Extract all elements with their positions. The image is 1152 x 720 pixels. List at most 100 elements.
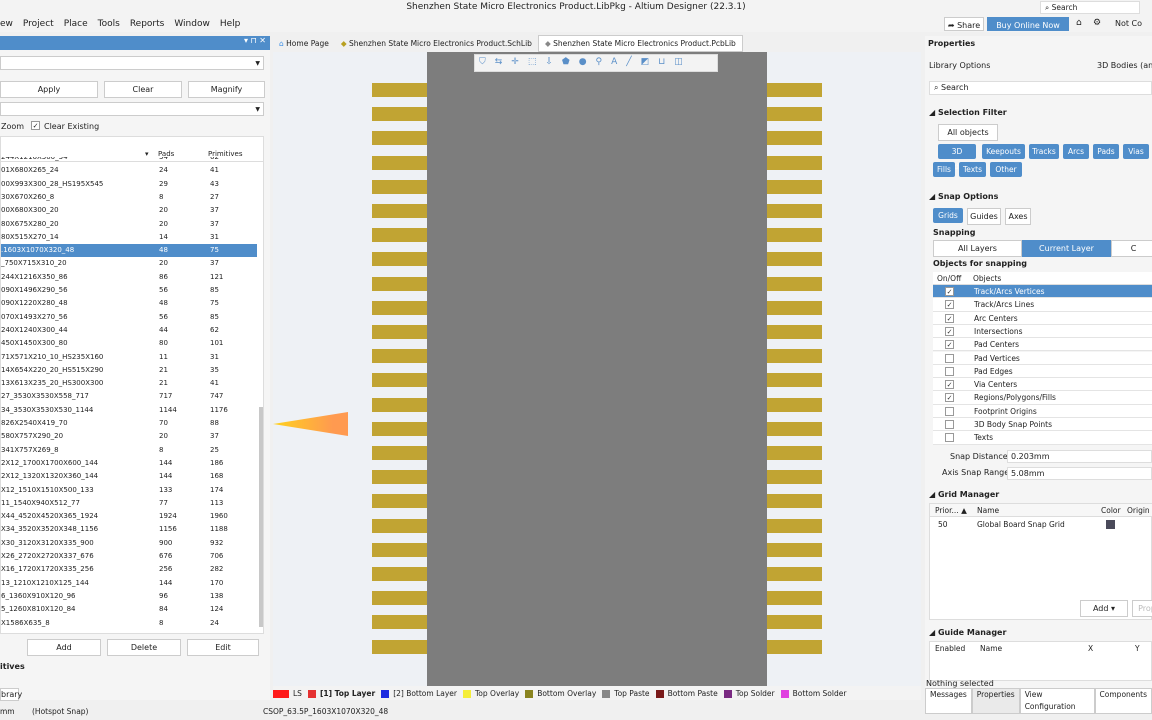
table-row[interactable]: 450X1450X300_80 80 101 — [1, 337, 257, 350]
menu-reports[interactable]: Reports — [130, 16, 165, 32]
col-name[interactable]: Name — [977, 504, 999, 517]
tab-home-page[interactable]: ⌂ Home Page — [273, 36, 335, 51]
smd-pad[interactable] — [767, 567, 822, 581]
smd-pad[interactable] — [372, 83, 427, 97]
smd-pad[interactable] — [767, 470, 822, 485]
scrollbar[interactable] — [259, 407, 263, 627]
smd-pad[interactable] — [372, 373, 427, 388]
table-row[interactable]: 13X613X235_20_HS300X300 21 41 — [1, 377, 257, 390]
smd-pad[interactable] — [767, 300, 822, 315]
smd-pad[interactable] — [372, 446, 427, 460]
smd-pad[interactable] — [372, 518, 427, 533]
snap-object-row[interactable]: ✓ Intersections — [933, 324, 1152, 339]
all-layers-button[interactable]: All Layers — [933, 240, 1022, 257]
table-row[interactable]: X26_2720X2720X337_676 676 706 — [1, 550, 257, 563]
menu-place[interactable]: Place — [64, 16, 88, 32]
smd-pad[interactable] — [767, 615, 822, 630]
table-row[interactable]: 240X1240X300_44 44 62 — [1, 324, 257, 337]
snap-object-row[interactable]: Footprint Origins — [933, 404, 1152, 418]
layer-tab[interactable]: [1] Top Layer — [307, 689, 375, 698]
share-button[interactable]: ➦ Share — [944, 17, 984, 31]
smd-pad[interactable] — [767, 179, 822, 194]
filter-chip[interactable]: Tracks — [1029, 144, 1059, 159]
smd-pad[interactable] — [767, 325, 822, 339]
snap-checkbox[interactable] — [945, 433, 954, 443]
layer-tab[interactable]: Top Solder — [723, 689, 775, 698]
snap-checkbox[interactable]: ✓ — [945, 380, 954, 390]
col-enabled[interactable]: Enabled — [935, 644, 965, 653]
smd-pad[interactable] — [372, 325, 427, 339]
table-row[interactable]: 01X680X265_24 24 41 — [1, 164, 257, 177]
snap-object-row[interactable]: Pad Vertices — [933, 351, 1152, 365]
table-row[interactable]: X16_1720X1720X335_256 256 282 — [1, 563, 257, 576]
smd-pad[interactable] — [372, 542, 427, 557]
library-tab[interactable]: brary — [0, 688, 22, 701]
smd-pad[interactable] — [372, 300, 427, 315]
clear-button[interactable]: Clear — [104, 81, 182, 98]
snap-checkbox[interactable]: ✓ — [945, 393, 954, 403]
table-row[interactable]: 80X675X280_20 20 37 — [1, 218, 257, 231]
grid-add-button[interactable]: Add ▾ — [1080, 600, 1128, 617]
layer-tab[interactable]: [2] Bottom Layer — [381, 689, 457, 698]
col-color[interactable]: Color — [1101, 504, 1121, 517]
col-priority[interactable]: Prior... ▲ — [935, 504, 967, 517]
smd-pad[interactable] — [372, 228, 427, 243]
panel-tab[interactable]: Messages — [925, 688, 972, 714]
smd-pad[interactable] — [767, 252, 822, 267]
layer-tab[interactable]: Bottom Solder — [780, 689, 846, 698]
magnify-button[interactable]: Magnify — [188, 81, 265, 98]
smd-pad[interactable] — [372, 639, 427, 654]
filter-chip[interactable]: Keepouts — [982, 144, 1025, 159]
table-row[interactable]: .1603X1070X320_48 48 75 — [1, 244, 257, 258]
table-row[interactable]: X1586X635_8 8 24 — [1, 617, 257, 630]
layer-tab[interactable]: Top Paste — [602, 689, 650, 698]
table-row[interactable]: 71X571X210_10_HS235X160 11 31 — [1, 351, 257, 364]
col-x[interactable]: X — [1088, 644, 1093, 653]
tab-schlib[interactable]: ◆ Shenzhen State Micro Electronics Produ… — [335, 36, 538, 51]
panel-tab[interactable]: Properties — [971, 688, 1020, 714]
snap-object-row[interactable]: ✓ Via Centers — [933, 378, 1152, 392]
global-search-input[interactable]: ⌕ Search — [1040, 1, 1140, 14]
smd-pad[interactable] — [372, 349, 427, 364]
smd-pad[interactable] — [372, 276, 427, 291]
smd-pad[interactable] — [767, 518, 822, 533]
col-origin[interactable]: Origin — [1127, 504, 1150, 517]
table-row[interactable]: 30X670X260_8 8 27 — [1, 191, 257, 204]
smd-pad[interactable] — [372, 470, 427, 485]
smd-pad[interactable] — [767, 421, 822, 436]
snap-object-row[interactable]: 3D Body Snap Points — [933, 418, 1152, 432]
axes-button[interactable]: Axes — [1005, 208, 1031, 225]
menu-view[interactable]: ew — [0, 16, 13, 32]
guides-button[interactable]: Guides — [967, 208, 1001, 225]
table-row[interactable]: 27_3530X3530X558_717 717 747 — [1, 390, 257, 403]
filter-chip[interactable]: Vias — [1123, 144, 1149, 159]
table-row[interactable]: 070X1493X270_56 56 85 — [1, 311, 257, 324]
snap-object-row[interactable]: ✓ Track/Arcs Vertices — [933, 285, 1152, 299]
filter-chip[interactable]: Other — [990, 162, 1022, 177]
panel-tab[interactable]: View Configuration — [1019, 688, 1095, 714]
close-icon[interactable]: ▾ ⊓ ✕ — [244, 36, 266, 45]
filter-combo[interactable]: ▼ — [0, 102, 264, 116]
snap-distance-input[interactable]: 0.203mm — [1007, 450, 1152, 463]
smd-pad[interactable] — [372, 155, 427, 170]
filter-chip[interactable]: 3D Bodies — [938, 144, 976, 171]
edit-button[interactable]: Edit — [187, 639, 259, 656]
snap-object-row[interactable]: ✓ Arc Centers — [933, 311, 1152, 325]
table-row[interactable]: 244X1216X300_34 34 62 — [1, 157, 257, 164]
col-name[interactable]: Name — [980, 644, 1002, 653]
smd-pad[interactable] — [767, 131, 822, 146]
tab-pcblib[interactable]: ◆ Shenzhen State Micro Electronics Produ… — [537, 35, 743, 52]
panel-tab[interactable]: Components — [1094, 688, 1152, 714]
table-row[interactable]: X44_4520X4520X365_1924 1924 1960 — [1, 510, 257, 523]
smd-pad[interactable] — [767, 107, 822, 122]
snap-object-row[interactable]: ✓ Pad Centers — [933, 338, 1152, 352]
layer-tab[interactable]: Bottom Overlay — [525, 689, 596, 698]
filter-chip[interactable]: Texts — [959, 162, 986, 177]
smd-pad[interactable] — [372, 591, 427, 606]
table-row[interactable]: X30_3120X3120X335_900 900 932 — [1, 537, 257, 550]
table-row[interactable]: 341X757X269_8 8 25 — [1, 444, 257, 457]
smd-pad[interactable] — [767, 83, 822, 97]
table-row[interactable]: 826X2540X419_70 70 88 — [1, 417, 257, 430]
filter-chip[interactable]: Pads — [1093, 144, 1119, 159]
table-row[interactable]: X34_3520X3520X348_1156 1156 1188 — [1, 523, 257, 536]
